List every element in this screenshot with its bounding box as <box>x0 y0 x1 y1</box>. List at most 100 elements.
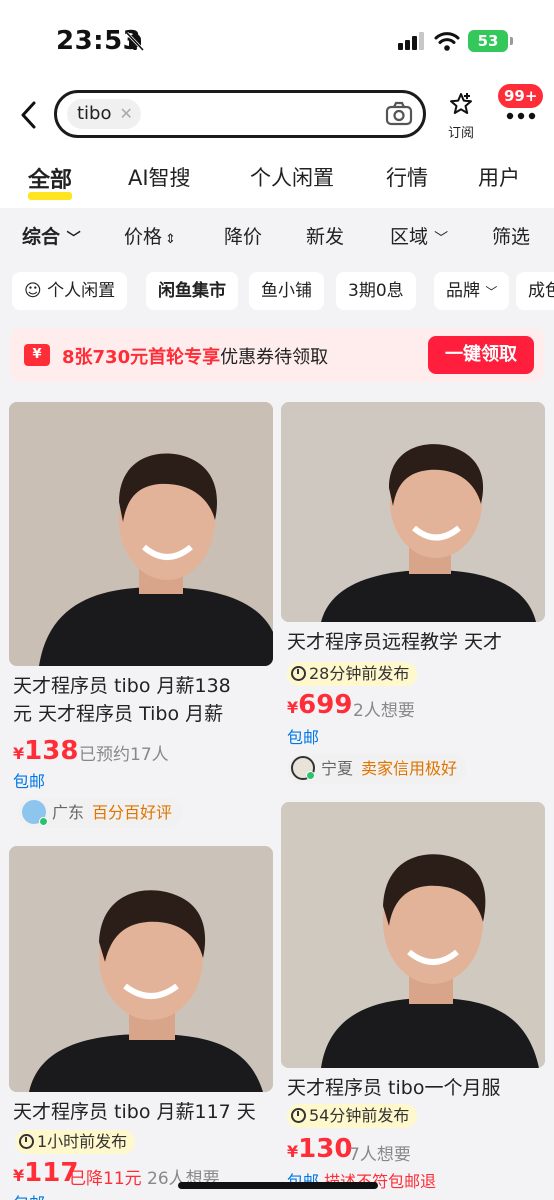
person-photo <box>9 846 273 1092</box>
product-meta: 已预约17人 <box>79 745 169 765</box>
clear-query-icon[interactable]: ✕ <box>120 104 133 123</box>
claim-all-button[interactable]: 一键领取 <box>428 336 534 374</box>
online-dot <box>39 817 48 826</box>
seller-location: 宁夏 <box>321 759 354 778</box>
sort-price-drop[interactable]: 降价 <box>224 222 262 249</box>
sort-comprehensive-label: 综合 <box>22 226 61 248</box>
sort-bar: 综合 ﹀ 价格 ⇕ 降价 新发 区域 ﹀ 筛选 <box>0 210 554 266</box>
filter-personal-idle[interactable]: ☺ 个人闲置 <box>12 272 128 310</box>
status-bar: 23:53 53 <box>0 0 554 80</box>
back-arrow-icon[interactable] <box>16 98 44 132</box>
publish-time-text: 1小时前发布 <box>37 1132 128 1151</box>
filter-chips: ☺ 个人闲置 闲鱼集市 鱼小铺 3期0息 品牌 ﹀ 成色 <box>0 272 554 310</box>
online-dot <box>306 771 315 780</box>
seller-badge: 百分百好评 <box>92 803 173 822</box>
search-header: tibo ✕ 订阅 99+ 全部 AI智搜 个人闲置 行情 用户 <box>0 80 554 208</box>
chevron-down-icon: ﹀ <box>485 285 498 299</box>
publish-time-text: 54分钟前发布 <box>309 1106 410 1125</box>
product-card[interactable]: 天才程序员远程教学 天才 28分钟前发布 ¥699 2人想要 包邮 宁夏 卖家信用… <box>281 402 545 786</box>
clock-icon <box>19 1134 34 1149</box>
filter-installment[interactable]: 3期0息 <box>336 272 416 310</box>
person-photo <box>9 402 273 666</box>
wifi-icon <box>434 32 460 51</box>
filter-xianyu-market[interactable]: 闲鱼集市 <box>146 272 238 310</box>
subscribe-label: 订阅 <box>447 126 474 141</box>
search-query-chip[interactable]: tibo ✕ <box>67 99 141 129</box>
sort-filter[interactable]: 筛选 <box>492 222 530 249</box>
seller-info[interactable]: 广东 百分百好评 <box>18 798 183 828</box>
tab-ai-search[interactable]: AI智搜 <box>128 162 191 192</box>
product-price: ¥699 <box>287 690 353 720</box>
star-subscribe-icon <box>450 93 472 114</box>
product-title: 天才程序员 tibo一个月服 <box>287 1077 501 1099</box>
sort-price[interactable]: 价格 ⇕ <box>124 222 176 249</box>
chevron-down-icon: ﹀ <box>66 231 81 247</box>
tab-users[interactable]: 用户 <box>478 162 520 192</box>
product-price: ¥138 <box>13 736 79 766</box>
product-price: ¥130 <box>287 1134 353 1164</box>
product-title: 天才程序员远程教学 天才 <box>287 631 503 653</box>
tab-market[interactable]: 行情 <box>386 162 428 192</box>
sort-price-label: 价格 <box>124 226 163 248</box>
battery-icon: 53 <box>468 30 508 52</box>
seller-info[interactable]: 宁夏 卖家信用极好 <box>287 754 468 784</box>
coupon-rest: 优惠券待领取 <box>220 347 329 368</box>
chevron-down-icon: ﹀ <box>434 231 449 247</box>
publish-time: 54分钟前发布 <box>287 1104 418 1128</box>
coupon-banner[interactable]: ¥ 8张730元首轮专享优惠券待领取 一键领取 <box>10 328 544 382</box>
cellular-signal-icon <box>398 32 424 50</box>
product-photo[interactable] <box>281 402 545 622</box>
filter-fish-shop[interactable]: 鱼小铺 <box>249 272 324 310</box>
product-photo[interactable] <box>9 402 273 666</box>
home-indicator[interactable] <box>178 1182 378 1189</box>
coupon-highlight: 8张730元首轮专享 <box>62 347 221 368</box>
product-title-line2: 元 天才程序员 Tibo 月薪 <box>13 703 224 725</box>
publish-time: 1小时前发布 <box>15 1130 136 1154</box>
camera-icon[interactable] <box>385 101 413 127</box>
publish-time-text: 28分钟前发布 <box>309 664 410 683</box>
price-value: 138 <box>24 736 79 766</box>
bell-muted-icon <box>125 31 145 52</box>
seller-badge: 卖家信用极好 <box>361 759 458 778</box>
sort-updown-icon: ⇕ <box>165 232 176 247</box>
filter-brand[interactable]: 品牌 ﹀ <box>434 272 510 310</box>
category-tabs: 全部 AI智搜 个人闲置 行情 用户 <box>0 162 554 202</box>
free-shipping-label: 包邮 <box>13 1190 45 1200</box>
sort-newest[interactable]: 新发 <box>306 222 344 249</box>
product-meta: 2人想要 <box>353 701 415 721</box>
search-query-text: tibo <box>77 103 112 124</box>
filter-condition[interactable]: 成色 <box>516 272 554 310</box>
product-photo[interactable] <box>281 802 545 1068</box>
subscribe-button[interactable]: 订阅 <box>444 92 478 141</box>
product-meta: 7人想要 <box>349 1145 411 1165</box>
tab-all[interactable]: 全部 <box>28 162 72 194</box>
coupon-ticket-icon: ¥ <box>24 344 50 366</box>
product-card[interactable]: 天才程序员 tibo 月薪138 元 天才程序员 Tibo 月薪 ¥138 已预… <box>9 402 273 832</box>
price-value: 130 <box>298 1134 353 1164</box>
clock-icon <box>291 1108 306 1123</box>
sort-region-label: 区域 <box>390 226 429 248</box>
coupon-text: 8张730元首轮专享优惠券待领取 <box>62 343 328 369</box>
seller-location: 广东 <box>52 803 85 822</box>
sort-region[interactable]: 区域 ﹀ <box>390 222 448 249</box>
free-shipping-label: 包邮 <box>13 772 46 791</box>
product-title: 天才程序员 tibo 月薪138 <box>13 675 231 697</box>
notification-badge: 99+ <box>498 84 544 108</box>
person-photo <box>281 402 545 622</box>
fish-icon: ☺ <box>24 281 42 301</box>
person-photo <box>281 802 545 1068</box>
search-input[interactable]: tibo ✕ <box>54 90 426 138</box>
tab-personal-idle[interactable]: 个人闲置 <box>250 162 334 192</box>
product-title: 天才程序员 tibo 月薪117 天 <box>13 1101 256 1123</box>
product-card[interactable]: 天才程序员 tibo一个月服 54分钟前发布 ¥130 7人想要 包邮 描述不符… <box>281 802 545 1200</box>
battery-tip <box>510 37 513 45</box>
free-shipping-label: 包邮 <box>287 728 320 747</box>
price-value: 699 <box>298 690 353 720</box>
filter-personal-idle-label: 个人闲置 <box>47 281 116 301</box>
seller-avatar <box>22 800 48 826</box>
product-card[interactable]: 天才程序员 tibo 月薪117 天 1小时前发布 ¥117 已降11元 26人… <box>9 846 273 1200</box>
product-photo[interactable] <box>9 846 273 1092</box>
sort-comprehensive[interactable]: 综合 ﹀ <box>22 222 81 249</box>
seller-avatar <box>291 756 315 780</box>
filter-brand-label: 品牌 <box>446 281 480 301</box>
